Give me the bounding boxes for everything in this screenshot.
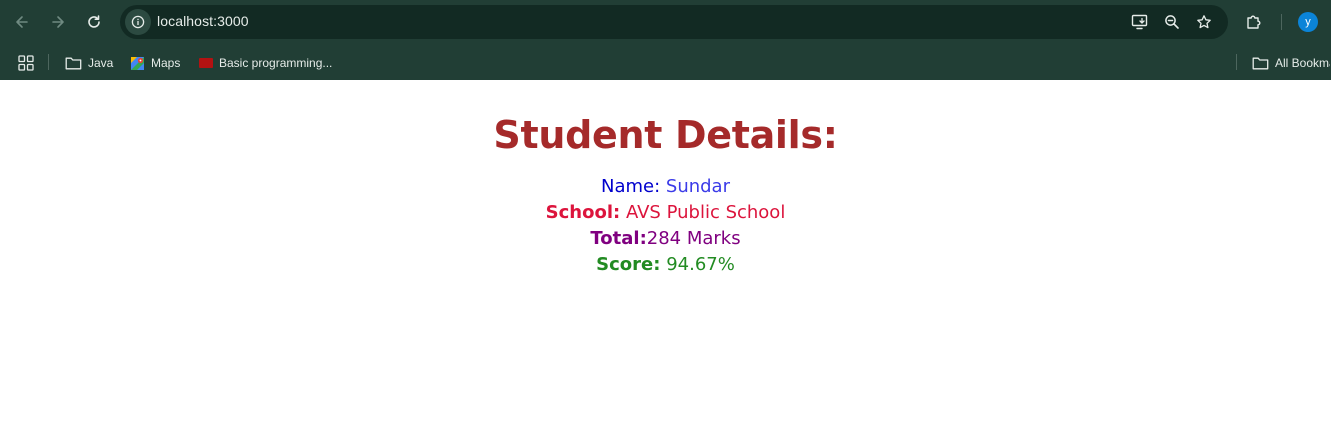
puzzle-icon: [1247, 15, 1261, 29]
school-row: School: AVS Public School: [0, 200, 1331, 226]
name-value: Sundar: [665, 176, 730, 197]
install-app-button[interactable]: [1130, 12, 1150, 32]
maps-icon: [131, 56, 144, 70]
school-value: AVS Public School: [625, 202, 786, 223]
bookmark-label: Java: [88, 56, 114, 70]
score-label: Score:: [596, 254, 661, 275]
bookmark-basic-programming[interactable]: Basic programming...: [199, 53, 332, 73]
reload-icon: [88, 15, 100, 28]
zoom-out-icon: [1165, 15, 1179, 29]
arrow-right-icon: [52, 16, 64, 28]
bookmark-label: Maps: [151, 56, 181, 70]
folder-icon: [1252, 57, 1269, 70]
bookmarks-bar: Java Maps Basic programming... All Bookm: [0, 44, 1331, 80]
forward-button[interactable]: [43, 7, 73, 37]
back-button[interactable]: [7, 7, 37, 37]
info-icon: [131, 15, 145, 29]
all-bookmarks-button[interactable]: All Bookmarks: [1252, 53, 1330, 73]
toolbar-separator: [1281, 14, 1282, 30]
total-label: Total:: [590, 228, 647, 249]
student-details: Name: Sundar School: AVS Public School T…: [0, 174, 1331, 278]
site-info-button[interactable]: [125, 9, 151, 35]
address-bar[interactable]: localhost:3000: [120, 5, 1228, 39]
bookmark-java[interactable]: Java: [65, 53, 113, 73]
browser-chrome: localhost:3000 y Java Maps Basic program…: [0, 0, 1331, 80]
score-value: 94.67%: [666, 254, 735, 275]
school-label: School:: [545, 202, 621, 223]
bookmark-favicon-icon: [199, 58, 213, 68]
total-value: 284 Marks: [646, 228, 741, 249]
install-app-icon: [1131, 14, 1148, 30]
page-content: Student Details: Name: Sundar School: AV…: [0, 80, 1331, 427]
all-bookmarks-label: All Bookmarks: [1275, 56, 1330, 70]
total-row: Total:284 Marks: [0, 226, 1331, 252]
folder-icon: [65, 57, 82, 70]
arrow-left-icon: [16, 16, 28, 28]
star-icon: [1197, 15, 1211, 29]
bookmarks-separator: [48, 54, 49, 70]
apps-grid-icon[interactable]: [18, 55, 34, 71]
reload-button[interactable]: [79, 7, 109, 37]
profile-avatar[interactable]: y: [1298, 12, 1318, 32]
extensions-button[interactable]: [1243, 11, 1265, 33]
bookmark-maps[interactable]: Maps: [130, 53, 180, 73]
browser-toolbar: localhost:3000 y: [0, 0, 1331, 44]
bookmarks-separator: [1236, 54, 1237, 70]
name-row: Name: Sundar: [0, 174, 1331, 200]
zoom-button[interactable]: [1162, 12, 1182, 32]
bookmark-star-button[interactable]: [1194, 12, 1214, 32]
bookmark-label: Basic programming...: [219, 56, 333, 70]
url-text[interactable]: localhost:3000: [157, 13, 249, 29]
name-label: Name:: [600, 176, 661, 197]
score-row: Score: 94.67%: [0, 252, 1331, 278]
page-title: Student Details:: [493, 113, 838, 157]
